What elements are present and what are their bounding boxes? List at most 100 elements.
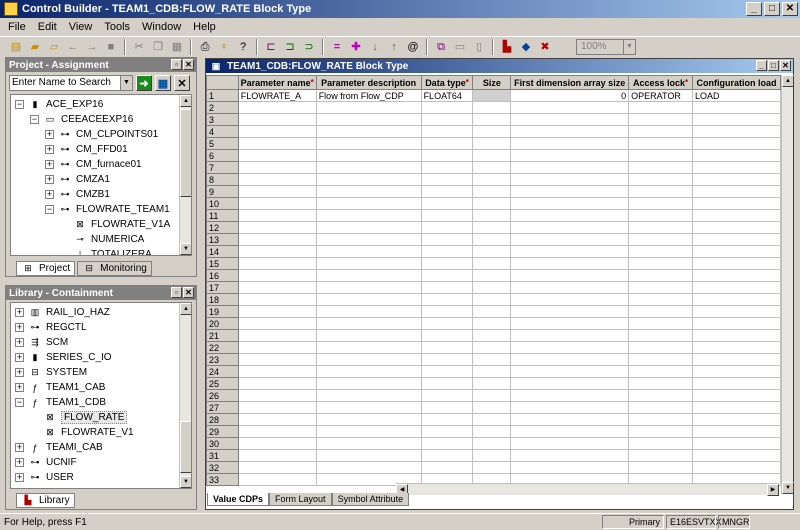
equal-icon[interactable]: = [329,39,345,55]
grid-cell[interactable] [315,245,422,258]
scroll-right-arrow[interactable]: ▶ [767,484,779,496]
grid-cell[interactable] [472,389,512,402]
tree-item[interactable]: + ⊶ CMZA1 [45,172,110,187]
table-row[interactable]: 25 [206,377,781,390]
tab-symbol-attribute[interactable]: Symbol Attribute [331,493,410,506]
panel-float-button[interactable]: ▫ [171,287,182,298]
tab-project[interactable]: ⊞ Project [16,261,76,276]
grid-cell[interactable] [420,269,474,282]
grid-cell[interactable] [420,173,474,186]
grid-cell[interactable] [510,365,630,378]
menu-file[interactable]: File [2,21,32,33]
grid-cell[interactable] [510,401,630,414]
row-number[interactable]: 5 [206,137,239,150]
paste-icon[interactable]: ▦ [169,39,185,55]
grid-cell[interactable] [420,233,474,246]
grid-cell[interactable] [692,221,781,234]
grid-cell[interactable] [237,281,317,294]
cut-icon[interactable]: ✂ [131,39,147,55]
row-number[interactable]: 6 [206,149,239,162]
grid-cell[interactable] [692,401,781,414]
grid-cell[interactable] [692,365,781,378]
grid-cell[interactable] [692,209,781,222]
grid-cell[interactable] [420,245,474,258]
tree-item[interactable]: + ⊟ SYSTEM [15,365,87,380]
table-row[interactable]: 14 [206,245,781,258]
grid-cell[interactable] [420,341,474,354]
library-tree-scrollbar[interactable]: ▲ ▼ [179,303,191,488]
row-number[interactable]: 12 [206,221,239,234]
grid-cell[interactable] [628,389,694,402]
expand-icon[interactable]: + [45,130,54,139]
assign-icon[interactable]: ⧉ [433,39,449,55]
grid-cell[interactable] [237,341,317,354]
grid-cell[interactable] [315,185,422,198]
row-number[interactable]: 17 [206,281,239,294]
help-icon[interactable]: ? [235,39,251,55]
grid-cell[interactable] [237,185,317,198]
column-header[interactable]: Size [472,75,512,90]
editor-minimize-button[interactable]: _ [756,60,767,71]
grid-cell[interactable] [510,377,630,390]
expand-icon[interactable]: + [15,443,24,452]
grid-cell[interactable] [237,149,317,162]
grid-cell[interactable] [237,293,317,306]
editor-close-button[interactable]: ✕ [780,60,791,71]
grid-cell[interactable] [692,353,781,366]
tree-item[interactable]: + ⊶ UTILITY [15,485,83,488]
row-number[interactable]: 20 [206,317,239,330]
tab-value-cdps[interactable]: Value CDPs [207,493,270,506]
grid-cell[interactable] [692,125,781,138]
grid-cell[interactable] [628,233,694,246]
grid-cell[interactable] [628,137,694,150]
column-header[interactable]: Parameter description [315,75,422,90]
grid-cell[interactable] [692,305,781,318]
grid-cell[interactable] [315,461,422,474]
table-row[interactable]: 23 [206,353,781,366]
grid-cell[interactable] [315,233,422,246]
grid-cell[interactable] [628,305,694,318]
grid-cell[interactable]: FLOAT64 [420,89,474,102]
grid-cell[interactable] [315,413,422,426]
row-number[interactable]: 27 [206,401,239,414]
row-number[interactable]: 2 [206,101,239,114]
grid-cell[interactable] [237,113,317,126]
expand-icon[interactable]: + [45,145,54,154]
grid-cell[interactable] [472,437,512,450]
grid-cell[interactable] [420,449,474,462]
grid-cell[interactable] [420,425,474,438]
grid-cell[interactable] [510,101,630,114]
grid-cell[interactable] [628,245,694,258]
scroll-up-arrow[interactable]: ▲ [782,75,794,87]
grid-cell[interactable] [628,125,694,138]
grid-cell[interactable] [510,281,630,294]
column-header[interactable]: Parameter name* [237,75,317,90]
grid-cell[interactable] [472,317,512,330]
grid-cell[interactable] [420,197,474,210]
grid-cell[interactable] [237,269,317,282]
grid-cell[interactable] [472,113,512,126]
grid-cell[interactable] [472,425,512,438]
comment-icon[interactable]: ▭ [452,39,468,55]
go-arrow-icon[interactable]: ➜ [136,75,152,91]
row-number[interactable]: 28 [206,413,239,426]
scroll-down-arrow[interactable]: ▼ [180,476,191,488]
expand-icon[interactable]: + [15,353,24,362]
grid-cell[interactable] [472,341,512,354]
project-tree-scrollbar[interactable]: ▲ ▼ [179,95,191,255]
grid-cell[interactable] [472,161,512,174]
grid-cell[interactable]: FLOWRATE_A [237,89,317,102]
minimize-button[interactable]: _ [746,2,762,16]
grid-cell[interactable] [237,389,317,402]
table-row[interactable]: 5 [206,137,781,150]
grid-cell[interactable] [472,125,512,138]
grid-cell[interactable] [420,353,474,366]
grid-cell[interactable] [237,197,317,210]
copy-icon[interactable]: ❐ [150,39,166,55]
library-book-icon[interactable]: ▙ [499,39,515,55]
grid-cell[interactable] [510,245,630,258]
row-number[interactable]: 13 [206,233,239,246]
grid-cell[interactable] [510,305,630,318]
table-row[interactable]: 19 [206,305,781,318]
table-row[interactable]: 20 [206,317,781,330]
